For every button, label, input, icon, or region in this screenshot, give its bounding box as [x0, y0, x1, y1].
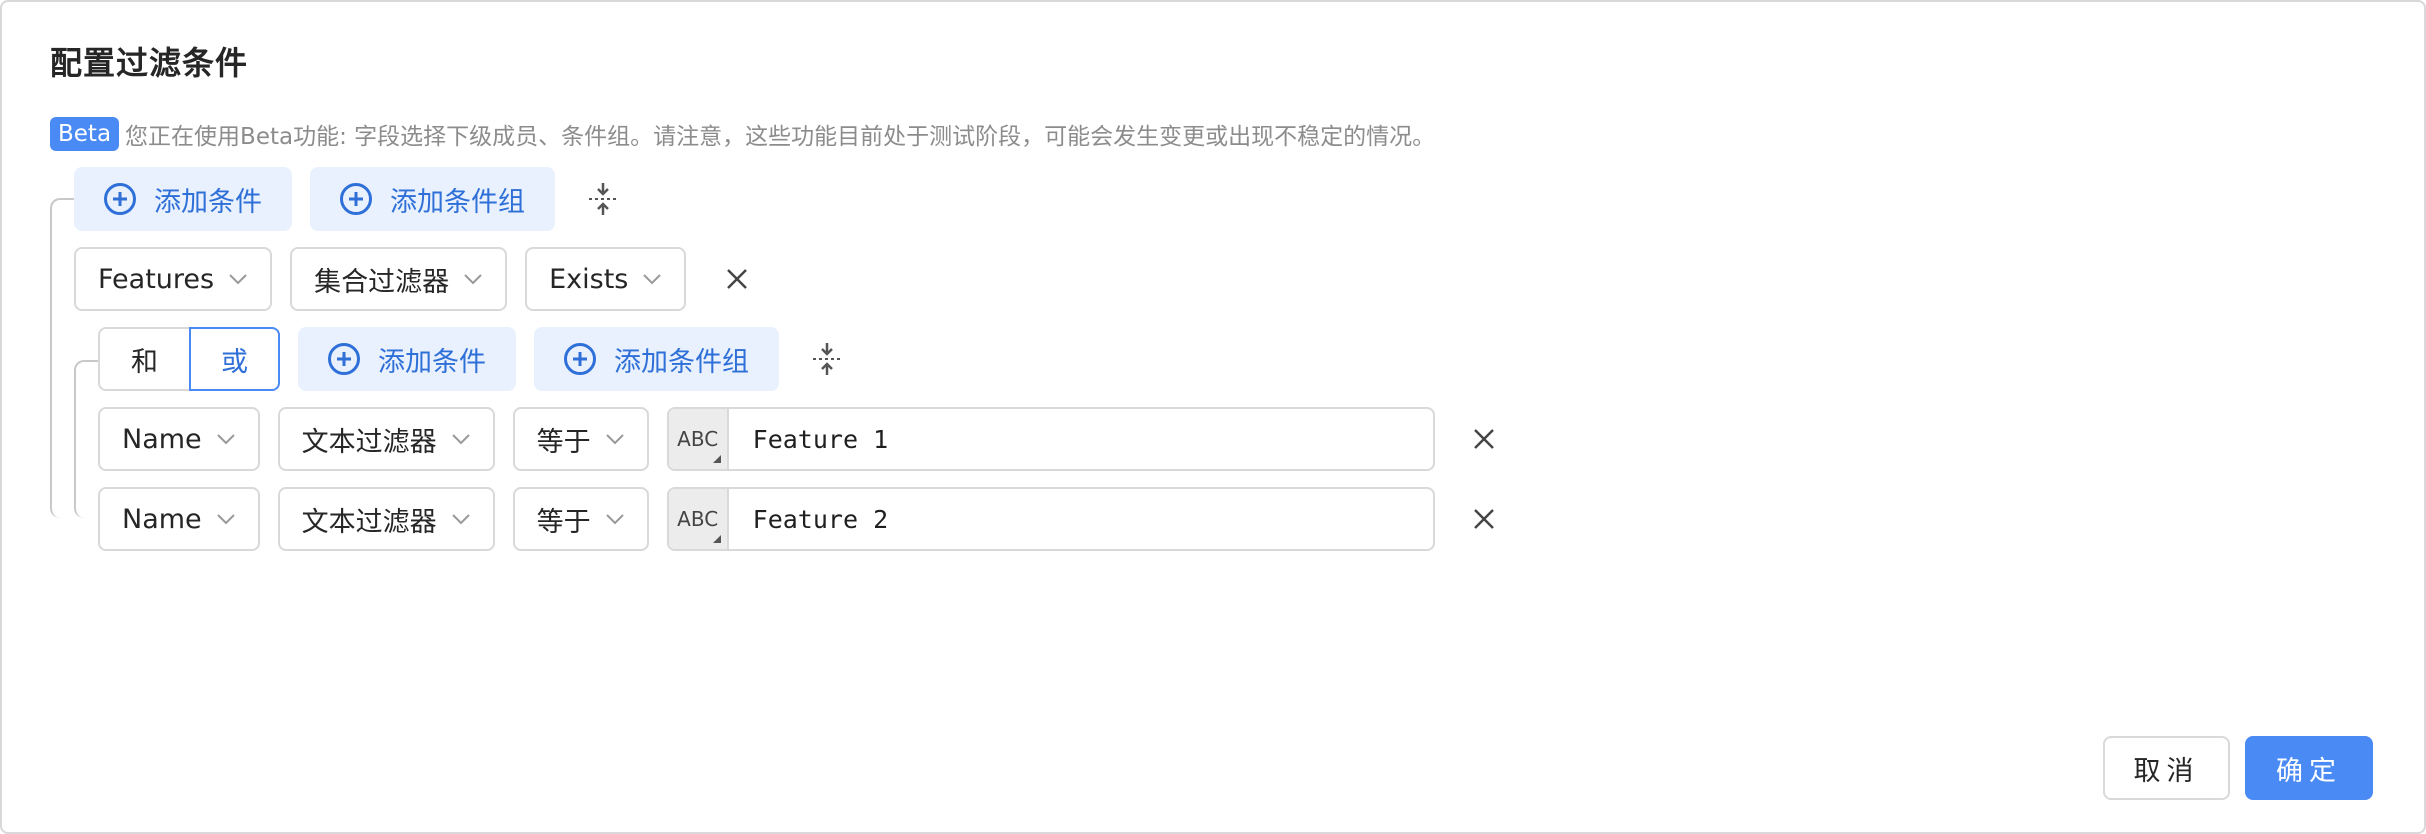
- sub-group-bracket: [74, 360, 98, 518]
- cancel-button[interactable]: 取消: [2103, 736, 2230, 800]
- beta-badge: Beta: [50, 117, 120, 151]
- sub-add-group-button[interactable]: 添加条件组: [534, 327, 779, 391]
- root-group-bracket: [50, 198, 74, 518]
- beta-notice: Beta 您正在使用Beta功能: 字段选择下级成员、条件组。请注意，这些功能目…: [50, 116, 1435, 152]
- field-value: Name: [122, 423, 202, 455]
- value-input[interactable]: ABC Feature 1: [666, 407, 1435, 471]
- close-icon[interactable]: [1471, 426, 1497, 452]
- sub-group-actions: 和 或 添加条件 添加条件组: [98, 327, 845, 391]
- close-icon[interactable]: [724, 266, 750, 292]
- close-icon[interactable]: [1471, 506, 1497, 532]
- chevron-down-icon: [451, 514, 470, 525]
- root-add-group-button[interactable]: 添加条件组: [310, 167, 555, 231]
- value-text[interactable]: Feature 2: [729, 489, 1433, 549]
- beta-notice-text: 您正在使用Beta功能: 字段选择下级成员、条件组。请注意，这些功能目前处于测试…: [125, 124, 1436, 150]
- plus-circle-icon: [340, 183, 372, 215]
- value-type-selector[interactable]: ABC: [668, 489, 729, 549]
- filter-type-value: 文本过滤器: [301, 426, 437, 458]
- chevron-down-icon: [605, 434, 624, 445]
- chevron-down-icon: [216, 514, 235, 525]
- field-select[interactable]: Name: [98, 407, 260, 471]
- filter-type-value: 集合过滤器: [314, 266, 450, 298]
- condition-row: Name 文本过滤器 等于 ABC Feature 1: [98, 407, 1497, 471]
- add-group-label: 添加条件组: [614, 346, 749, 378]
- chevron-down-icon: [464, 274, 482, 285]
- filter-type-select[interactable]: 文本过滤器: [277, 407, 495, 471]
- logic-toggle: 和 或: [98, 327, 280, 391]
- chevron-down-icon: [605, 514, 624, 525]
- add-group-label: 添加条件组: [390, 186, 525, 218]
- operator-select[interactable]: Exists: [525, 247, 687, 311]
- operator-value: 等于: [536, 506, 591, 538]
- operator-select[interactable]: 等于: [512, 487, 649, 551]
- logic-or-option[interactable]: 或: [189, 327, 280, 391]
- field-value: Features: [98, 263, 215, 295]
- operator-value: 等于: [536, 426, 591, 458]
- value-text[interactable]: Feature 1: [729, 409, 1433, 469]
- chevron-down-icon: [229, 274, 247, 285]
- filter-type-value: 文本过滤器: [301, 506, 437, 538]
- root-group-actions: 添加条件 添加条件组: [74, 167, 621, 231]
- dialog-title: 配置过滤条件: [50, 44, 249, 82]
- add-condition-label: 添加条件: [154, 186, 262, 218]
- filter-type-select[interactable]: 文本过滤器: [277, 487, 495, 551]
- root-condition-row: Features 集合过滤器 Exists: [74, 247, 750, 311]
- operator-select[interactable]: 等于: [512, 407, 649, 471]
- filter-type-select[interactable]: 集合过滤器: [290, 247, 508, 311]
- collapse-icon[interactable]: [585, 181, 621, 217]
- add-condition-label: 添加条件: [378, 346, 486, 378]
- plus-circle-icon: [104, 183, 136, 215]
- field-select[interactable]: Name: [98, 487, 260, 551]
- plus-circle-icon: [564, 343, 596, 375]
- value-input[interactable]: ABC Feature 2: [666, 487, 1435, 551]
- chevron-down-icon: [216, 434, 235, 445]
- field-value: Name: [122, 503, 202, 535]
- condition-row: Name 文本过滤器 等于 ABC Feature 2: [98, 487, 1497, 551]
- logic-and-option[interactable]: 和: [98, 327, 189, 391]
- plus-circle-icon: [328, 343, 360, 375]
- collapse-icon[interactable]: [809, 341, 845, 377]
- chevron-down-icon: [643, 274, 662, 285]
- operator-value: Exists: [549, 263, 629, 295]
- root-add-condition-button[interactable]: 添加条件: [74, 167, 292, 231]
- confirm-button[interactable]: 确定: [2245, 736, 2373, 800]
- value-type-selector[interactable]: ABC: [668, 409, 729, 469]
- field-select[interactable]: Features: [74, 247, 273, 311]
- sub-add-condition-button[interactable]: 添加条件: [298, 327, 516, 391]
- chevron-down-icon: [451, 434, 470, 445]
